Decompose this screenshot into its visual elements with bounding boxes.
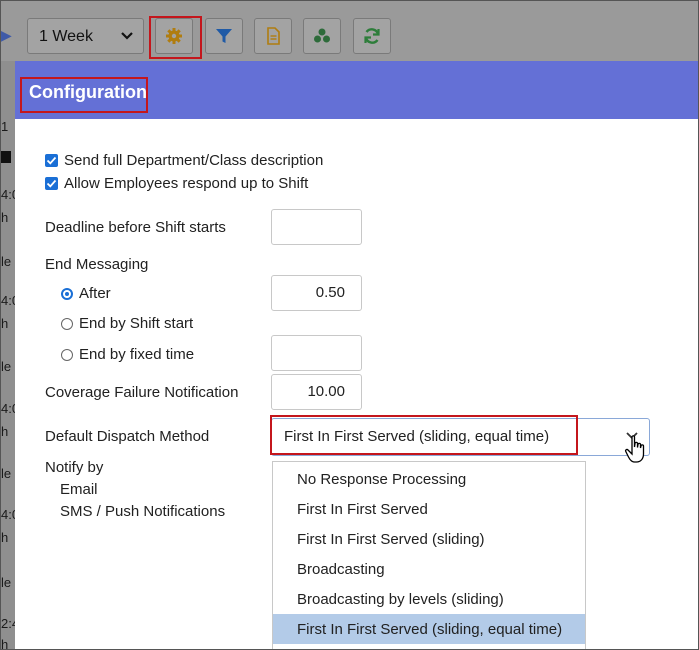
document-button[interactable] [254,18,292,54]
refresh-button[interactable] [353,18,391,54]
option-label: First In First Served (sliding, equal ti… [297,621,563,638]
fixed-time-input[interactable] [271,335,362,371]
respond-up-to-shift-label: Allow Employees respond up to Shift [64,175,309,192]
after-label: After [79,285,111,302]
coverage-label: Coverage Failure Notification [45,384,239,401]
dialog-header: Configuration [15,61,698,119]
full-description-checkbox[interactable] [45,154,58,167]
dropdown-option[interactable]: Broadcasting by levels (sliding) [273,584,585,614]
settings-button[interactable] [155,18,193,54]
end-by-shift-start-label: End by Shift start [79,315,194,332]
option-label: Broadcasting by levels (sliding) [297,591,504,608]
refresh-icon [364,28,380,44]
period-select[interactable]: 1 Week [27,18,144,54]
dropdown-option[interactable]: First In First Served [273,494,585,524]
notify-by-label: Notify by [45,459,104,476]
dropdown-option[interactable]: Broadcasting [273,554,585,584]
after-input[interactable]: 0.50 [271,275,362,311]
bg-text: le [1,466,12,481]
hand-cursor-icon [624,435,645,463]
after-radio[interactable] [61,288,73,300]
end-by-fixed-time-label: End by fixed time [79,346,195,363]
end-by-fixed-time-radio[interactable] [61,349,73,361]
bg-text: h [1,530,9,545]
bg-text: h [1,424,9,439]
end-messaging-label: End Messaging [45,256,149,273]
filter-button[interactable] [205,18,243,54]
option-label: First In First Served (sliding) [297,531,485,548]
dispatch-method-value: First In First Served (sliding, equal ti… [284,428,550,445]
respond-up-to-shift-checkbox[interactable] [45,177,58,190]
period-select-value: 1 Week [39,28,93,45]
deadline-input[interactable] [271,209,362,245]
bg-text: le [1,359,12,374]
end-by-shift-start-radio[interactable] [61,318,73,330]
bg-text: le [1,254,12,269]
document-icon [267,27,280,45]
bg-text: 1 [1,119,9,134]
app-window: ▶ 1 Week 1 4:0 h le 4:0 h le 4:0 h le 4:… [0,0,699,650]
notify-email-label: Email [60,481,98,498]
option-label: Broadcasting [297,561,385,578]
full-description-label: Send full Department/Class description [64,152,324,169]
group-button[interactable] [303,18,341,54]
configuration-dialog: Configuration Send full Department/Class… [15,61,698,649]
bg-text: h [1,210,9,225]
background-page: 1 4:0 h le 4:0 h le 4:0 h le 4:0 h le 2:… [1,61,19,650]
option-label: No Response Processing [297,471,467,488]
toolbar: ▶ 1 Week [1,1,698,61]
filter-icon [216,29,232,43]
dispatch-method-dropdown: No Response Processing First In First Se… [272,461,586,649]
dispatch-method-label: Default Dispatch Method [45,428,210,445]
dispatch-method-select[interactable]: First In First Served (sliding, equal ti… [271,418,650,456]
chevron-down-icon [120,25,134,48]
group-icon [314,28,330,43]
bg-text: h [1,316,9,331]
dropdown-option[interactable]: First In First Served (sliding) [273,524,585,554]
coverage-input[interactable]: 10.00 [271,374,362,410]
dialog-title: Configuration [29,82,147,102]
nav-arrow-icon[interactable]: ▶ [1,28,12,42]
bg-text: h [1,637,9,650]
dropdown-option-selected[interactable]: First In First Served (sliding, equal ti… [273,614,585,644]
bg-text: le [1,575,12,590]
notify-sms-label: SMS / Push Notifications [60,503,226,520]
deadline-label: Deadline before Shift starts [45,219,226,236]
dropdown-option[interactable]: No Response Processing [273,464,585,494]
gear-icon [166,28,182,44]
option-label: First In First Served [297,501,428,518]
